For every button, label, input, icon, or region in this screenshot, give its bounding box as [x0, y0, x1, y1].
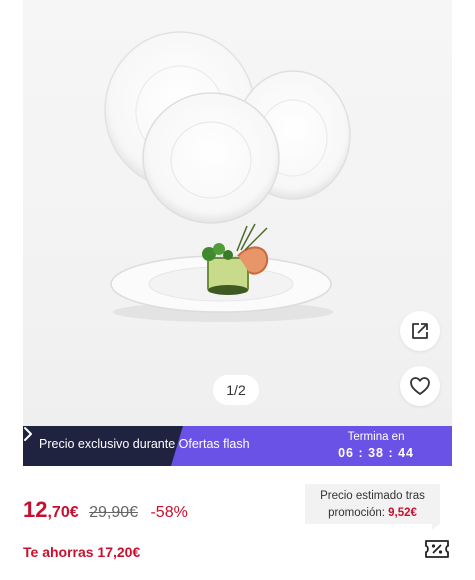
- estimated-price-value: 9,52€: [388, 507, 417, 519]
- ends-in-label: Termina en: [347, 431, 405, 443]
- savings-text: Te ahorras 17,20€: [23, 544, 141, 560]
- current-price-integer: 12: [23, 497, 48, 522]
- current-price-decimal: ,70€: [47, 504, 79, 521]
- chevron-right-icon: [24, 427, 32, 441]
- price-row: 12,70€ 29,90€ -58%: [23, 497, 188, 523]
- favorite-button[interactable]: [400, 366, 440, 406]
- share-button[interactable]: [400, 311, 440, 351]
- share-external-icon: [412, 323, 428, 339]
- original-price: 29,90€: [89, 504, 139, 521]
- countdown-value: 06 : 38 : 44: [338, 446, 414, 460]
- coupon-percent-icon[interactable]: [423, 537, 451, 561]
- estimated-price-tooltip: Precio estimado tras promoción: 9,52€: [305, 484, 440, 524]
- product-image-carousel[interactable]: 1/2: [23, 0, 452, 426]
- flash-sale-timer: Termina en 06 : 38 : 44: [338, 430, 414, 461]
- heart-outline-icon: [410, 377, 430, 395]
- discount-badge: -58%: [150, 504, 188, 521]
- product-photo: [104, 31, 351, 322]
- flash-sale-banner[interactable]: Precio exclusivo durante Ofertas flash T…: [23, 426, 452, 466]
- image-pager: 1/2: [213, 375, 259, 405]
- flash-sale-label: Precio exclusivo durante Ofertas flash: [39, 437, 250, 451]
- tooltip-pointer: [432, 524, 440, 530]
